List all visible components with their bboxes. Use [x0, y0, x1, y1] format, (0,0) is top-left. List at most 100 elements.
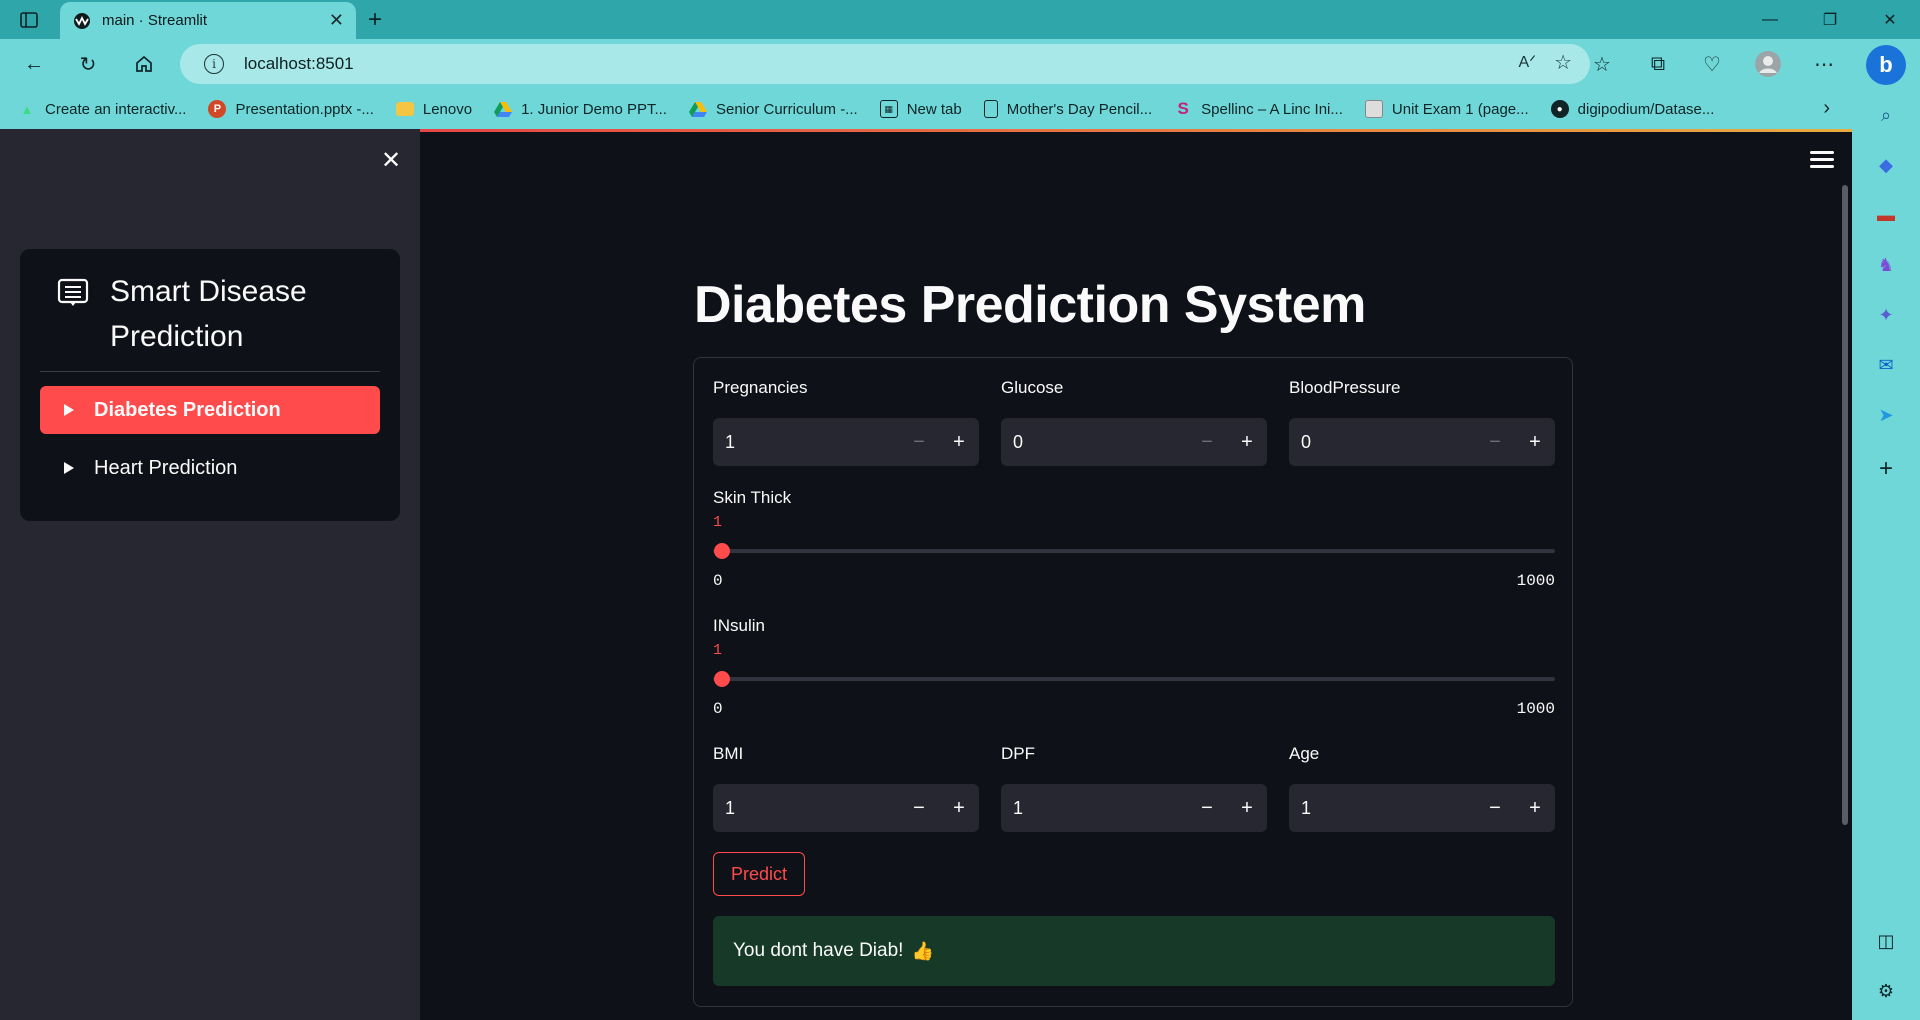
- games-icon[interactable]: ♞: [1874, 253, 1898, 277]
- collections-icon[interactable]: ⧉: [1642, 48, 1674, 80]
- streamlit-favicon-icon: [74, 12, 90, 29]
- age-input[interactable]: 1 − +: [1289, 784, 1555, 832]
- sidebar-close-icon[interactable]: ✕: [376, 145, 406, 175]
- bookmark-item[interactable]: Lenovo: [395, 101, 472, 118]
- back-icon[interactable]: ←: [18, 48, 50, 80]
- browser-toolbar: ← ↻ i localhost:8501 Aᐟ ☆ ☆ ⧉ ♡ ⋯: [0, 39, 1852, 89]
- tab-close-icon[interactable]: ✕: [329, 10, 344, 31]
- decrement-icon[interactable]: −: [1475, 418, 1515, 466]
- read-aloud-icon[interactable]: Aᐟ: [1519, 52, 1536, 72]
- newtab-icon: ▦: [879, 100, 898, 118]
- add-favorite-icon[interactable]: ☆: [1554, 50, 1572, 75]
- browser-essentials-icon[interactable]: ♡: [1696, 48, 1728, 80]
- send-icon[interactable]: ➤: [1874, 403, 1898, 427]
- skin-thick-slider-thumb[interactable]: [713, 543, 730, 559]
- pregnancies-label: Pregnancies: [713, 378, 808, 397]
- dpf-input[interactable]: 1 − +: [1001, 784, 1267, 832]
- home-icon[interactable]: [128, 48, 160, 80]
- streamlit-app: ✕ Smart Disease Prediction Diabetes Pred…: [0, 129, 1852, 1020]
- increment-icon[interactable]: +: [939, 784, 979, 832]
- increment-icon[interactable]: +: [1227, 418, 1267, 466]
- search-icon[interactable]: ⌕: [1874, 103, 1898, 127]
- browser-tab-active[interactable]: main · Streamlit ✕: [60, 2, 356, 39]
- predict-button[interactable]: Predict: [713, 852, 805, 896]
- increment-icon[interactable]: +: [1227, 784, 1267, 832]
- site-info-icon[interactable]: i: [204, 54, 224, 74]
- restore-icon[interactable]: ❐: [1800, 0, 1860, 39]
- spellinc-icon: S: [1177, 99, 1189, 118]
- insulin-max: 1000: [1516, 700, 1555, 718]
- skin-thick-slider[interactable]: [713, 549, 1555, 553]
- new-tab-icon[interactable]: +: [368, 6, 382, 34]
- decrement-icon[interactable]: −: [1187, 784, 1227, 832]
- document-icon: [983, 100, 998, 118]
- decrement-icon[interactable]: −: [1187, 418, 1227, 466]
- decrement-icon[interactable]: −: [899, 784, 939, 832]
- drive-icon: [494, 100, 513, 118]
- minimize-icon[interactable]: —: [1740, 0, 1800, 39]
- address-bar[interactable]: i localhost:8501 Aᐟ ☆: [180, 44, 1590, 84]
- window-close-icon[interactable]: ✕: [1860, 0, 1920, 39]
- bookmark-item[interactable]: Senior Curriculum -...: [688, 100, 858, 118]
- bookmarks-overflow-icon[interactable]: ›: [1823, 97, 1830, 120]
- page-title: Diabetes Prediction System: [694, 276, 1366, 334]
- bloodpressure-input[interactable]: 0 − +: [1289, 418, 1555, 466]
- play-icon: [64, 404, 74, 416]
- bookmark-item[interactable]: P Presentation.pptx -...: [208, 100, 374, 118]
- settings-gear-icon[interactable]: ⚙: [1874, 979, 1898, 1003]
- skin-thick-label: Skin Thick: [713, 488, 792, 507]
- copilot-icon[interactable]: b: [1866, 45, 1906, 85]
- glucose-input[interactable]: 0 − +: [1001, 418, 1267, 466]
- decrement-icon[interactable]: −: [899, 418, 939, 466]
- bookmark-item[interactable]: S Spellinc – A Linc Ini...: [1174, 99, 1342, 118]
- copilot-apps-icon[interactable]: ✦: [1874, 303, 1898, 327]
- bookmark-item[interactable]: Mother's Day Pencil...: [983, 100, 1152, 118]
- card-list-icon: [57, 278, 89, 306]
- tools-icon[interactable]: ▬: [1874, 203, 1898, 227]
- bookmark-item[interactable]: ▦ New tab: [879, 100, 962, 118]
- decrement-icon[interactable]: −: [1475, 784, 1515, 832]
- skin-thick-value: 1: [713, 514, 723, 531]
- bmi-input[interactable]: 1 − +: [713, 784, 979, 832]
- insulin-value: 1: [713, 642, 723, 659]
- bookmark-item[interactable]: ▲ Create an interactiv...: [18, 100, 187, 118]
- outlook-icon[interactable]: ✉: [1874, 353, 1898, 377]
- bookmark-item[interactable]: 1. Junior Demo PPT...: [494, 100, 667, 118]
- main-menu-icon[interactable]: [1810, 151, 1834, 169]
- insulin-slider[interactable]: [713, 677, 1555, 681]
- app-sidebar: ✕ Smart Disease Prediction Diabetes Pred…: [0, 129, 420, 1020]
- pregnancies-input[interactable]: 1 − +: [713, 418, 979, 466]
- skin-thick-min: 0: [713, 572, 723, 590]
- result-success-alert: You dont have Diab! 👍: [713, 916, 1555, 986]
- tab-actions-icon[interactable]: [16, 8, 42, 32]
- bookmark-item[interactable]: Unit Exam 1 (page...: [1364, 100, 1529, 118]
- scrollbar[interactable]: [1842, 185, 1848, 825]
- profile-avatar-icon[interactable]: [1752, 48, 1784, 80]
- browser-tab-strip: main · Streamlit ✕ + — ❐ ✕: [0, 0, 1920, 39]
- refresh-icon[interactable]: ↻: [72, 48, 104, 80]
- github-icon: ●: [1550, 100, 1569, 118]
- favorites-icon[interactable]: ☆: [1586, 48, 1618, 80]
- increment-icon[interactable]: +: [939, 418, 979, 466]
- bookmark-item[interactable]: ● digipodium/Datase...: [1550, 100, 1714, 118]
- menu-item-heart[interactable]: Heart Prediction: [40, 444, 380, 492]
- shopping-tag-icon[interactable]: ◆: [1874, 153, 1898, 177]
- bloodpressure-label: BloodPressure: [1289, 378, 1401, 397]
- skin-thick-max: 1000: [1516, 572, 1555, 590]
- insulin-label: INsulin: [713, 616, 765, 635]
- dpf-label: DPF: [1001, 744, 1035, 763]
- folder-icon: [395, 102, 414, 116]
- edge-sidebar: b ⌕ ◆ ▬ ♞ ✦ ✉ ➤ + ◫ ⚙: [1852, 39, 1920, 1020]
- more-options-icon[interactable]: ⋯: [1808, 48, 1840, 80]
- glucose-label: Glucose: [1001, 378, 1064, 397]
- sidebar-layout-icon[interactable]: ◫: [1874, 929, 1898, 953]
- increment-icon[interactable]: +: [1515, 784, 1555, 832]
- prediction-form: Pregnancies 1 − + Glucose 0 − + BloodPre…: [693, 357, 1573, 1007]
- address-url: localhost:8501: [244, 54, 354, 73]
- bmi-label: BMI: [713, 744, 744, 763]
- menu-item-diabetes[interactable]: Diabetes Prediction: [40, 386, 380, 434]
- add-app-icon[interactable]: +: [1874, 455, 1898, 482]
- android-icon: ▲: [20, 101, 34, 117]
- insulin-slider-thumb[interactable]: [713, 671, 730, 687]
- increment-icon[interactable]: +: [1515, 418, 1555, 466]
